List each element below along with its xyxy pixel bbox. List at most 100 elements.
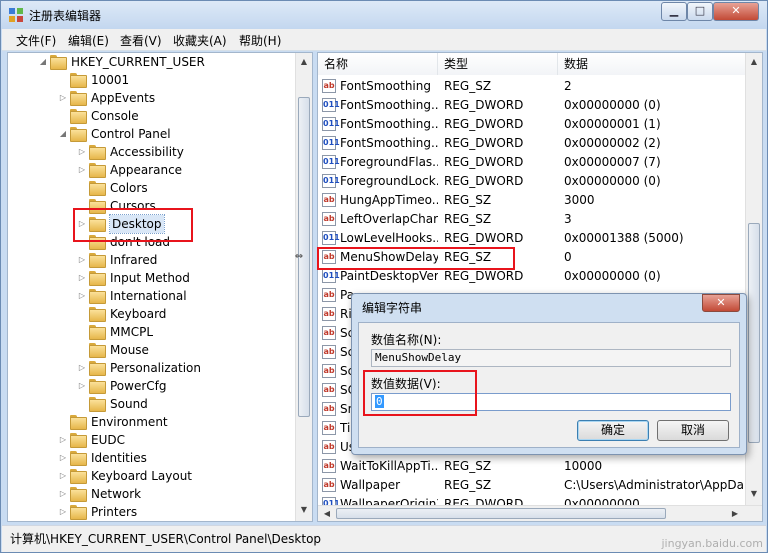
value-row[interactable]: 011 LowLevelHooks... REG_DWORD 0x00001388 (… (318, 229, 748, 248)
scroll-up-icon[interactable]: ▲ (749, 57, 759, 66)
value-type: REG_SZ (444, 79, 492, 93)
expand-icon[interactable]: ▷ (77, 359, 87, 377)
tree-item-label: Personalization (110, 361, 201, 375)
expand-icon[interactable]: ▷ (58, 431, 68, 449)
column-header-type[interactable]: 类型 (438, 53, 558, 75)
column-header-data[interactable]: 数据 (558, 53, 748, 75)
collapse-icon[interactable]: ◢ (38, 53, 48, 71)
collapse-icon[interactable]: ◢ (58, 125, 68, 143)
highlight-desktop-key (73, 208, 193, 242)
scroll-right-icon[interactable]: ▶ (730, 509, 740, 518)
folder-icon (50, 55, 67, 70)
value-row[interactable]: 011 ForegroundLock... REG_DWORD 0x00000000 … (318, 172, 748, 191)
value-row[interactable]: ab FontSmoothing REG_SZ 2 (318, 77, 748, 96)
value-row[interactable]: 011 ForegroundFlas... REG_DWORD 0x00000007 … (318, 153, 748, 172)
expand-icon[interactable]: ▷ (77, 269, 87, 287)
minimize-button[interactable]: ▁ (661, 2, 687, 21)
expand-icon (58, 71, 68, 89)
folder-icon (89, 145, 106, 160)
expand-icon[interactable]: ▷ (77, 251, 87, 269)
tree-item-label: Environment (91, 415, 168, 429)
value-row[interactable]: 011 FontSmoothing... REG_DWORD 0x00000001 (… (318, 115, 748, 134)
tree-item-label: Infrared (110, 253, 158, 267)
folder-icon (89, 271, 106, 286)
value-row[interactable]: ab HungAppTimeo... REG_SZ 3000 (318, 191, 748, 210)
value-type: REG_SZ (444, 193, 492, 207)
maximize-button[interactable]: □ (687, 2, 713, 21)
value-name: FontSmoothing (340, 79, 431, 93)
status-bar: 计算机\HKEY_CURRENT_USER\Control Panel\Desk… (2, 525, 766, 552)
scroll-down-icon[interactable]: ▼ (299, 505, 309, 514)
value-type: REG_DWORD (444, 174, 524, 188)
value-data: 0x00000007 (7) (564, 155, 661, 169)
expand-icon[interactable]: ▷ (58, 485, 68, 503)
menu-file[interactable]: 文件(F) (16, 32, 56, 49)
pane-splitter[interactable]: ⇔ (293, 61, 305, 501)
expand-icon[interactable]: ▷ (77, 161, 87, 179)
expand-icon[interactable]: ▷ (58, 503, 68, 521)
folder-icon (89, 181, 106, 196)
values-scroll-thumb[interactable] (748, 223, 760, 443)
folder-icon (70, 487, 87, 502)
scroll-left-icon[interactable]: ◀ (322, 509, 332, 518)
folder-icon (89, 253, 106, 268)
folder-icon (70, 415, 87, 430)
tree-item-label: Identities (91, 451, 147, 465)
expand-icon[interactable]: ▷ (77, 287, 87, 305)
tree-item-label: International (110, 289, 187, 303)
folder-icon (70, 469, 87, 484)
value-name-field: MenuShowDelay (371, 349, 731, 367)
folder-icon (70, 505, 87, 520)
value-name: LowLevelHooks... (340, 231, 438, 245)
reg-sz-icon: ab (322, 212, 336, 226)
key-tree-pane[interactable]: ◢ HKEY_CURRENT_USER 10001 ▷ AppEvents Conso… (7, 52, 313, 522)
value-row[interactable]: 011 FontSmoothing... REG_DWORD 0x00000002 (… (318, 134, 748, 153)
tree-item-label: Colors (110, 181, 148, 195)
value-name: ForegroundFlas... (340, 155, 438, 169)
tree-item-label: PowerCfg (110, 379, 167, 393)
tree-item-label: Input Method (110, 271, 190, 285)
tree-item-label: Sound (110, 397, 148, 411)
menu-help[interactable]: 帮助(H) (239, 32, 281, 49)
expand-icon[interactable]: ▷ (77, 377, 87, 395)
folder-icon (70, 109, 87, 124)
value-row[interactable]: ab LeftOverlapChars REG_SZ 3 (318, 210, 748, 229)
values-vertical-scrollbar[interactable]: ▲ ▼ (745, 53, 762, 505)
horizontal-scroll-thumb[interactable] (336, 508, 666, 519)
expand-icon[interactable]: ▷ (58, 467, 68, 485)
cancel-button[interactable]: 取消 (657, 420, 729, 441)
ok-button[interactable]: 确定 (577, 420, 649, 441)
title-bar[interactable]: 注册表编辑器 ▁ □ ✕ (1, 1, 767, 29)
tree-item-label: EUDC (91, 433, 125, 447)
value-row[interactable]: ab WaitToKillAppTi... REG_SZ 10000 (318, 457, 748, 476)
value-data: 0x00000000 (0) (564, 174, 661, 188)
expand-icon[interactable]: ▷ (58, 449, 68, 467)
value-row[interactable]: 011 FontSmoothing... REG_DWORD 0x00000000 (… (318, 96, 748, 115)
reg-dword-icon: 011 (322, 231, 340, 245)
scroll-down-icon[interactable]: ▼ (749, 489, 759, 498)
tree-item-label: Mouse (110, 343, 149, 357)
values-horizontal-scrollbar[interactable]: ◀ ▶ (318, 505, 762, 521)
dialog-title: 编辑字符串 (362, 301, 423, 315)
value-type: REG_SZ (444, 478, 492, 492)
close-button[interactable]: ✕ (713, 2, 759, 21)
reg-dword-icon: 011 (322, 98, 340, 112)
reg-sz-icon: ab (322, 79, 336, 93)
value-row[interactable]: ab Wallpaper REG_SZ C:\Users\Administrator\… (318, 476, 748, 495)
column-header-name[interactable]: 名称 (318, 53, 438, 75)
expand-icon[interactable]: ▷ (77, 143, 87, 161)
reg-dword-icon: 011 (322, 155, 340, 169)
value-type: REG_SZ (444, 212, 492, 226)
value-type: REG_DWORD (444, 155, 524, 169)
menu-view[interactable]: 查看(V) (120, 32, 162, 49)
menu-edit[interactable]: 编辑(E) (68, 32, 109, 49)
menu-favorites[interactable]: 收藏夹(A) (173, 32, 227, 49)
dialog-close-button[interactable]: ✕ (702, 294, 740, 312)
expand-icon[interactable]: ▷ (58, 89, 68, 107)
tree-item-label: Appearance (110, 163, 183, 177)
folder-icon (89, 361, 106, 376)
registry-editor-window: 注册表编辑器 ▁ □ ✕ 文件(F) 编辑(E) 查看(V) 收藏夹(A) 帮助… (0, 0, 768, 553)
expand-icon (77, 341, 87, 359)
value-data: 10000 (564, 459, 603, 473)
value-data: 0x00000000 (0) (564, 269, 661, 283)
